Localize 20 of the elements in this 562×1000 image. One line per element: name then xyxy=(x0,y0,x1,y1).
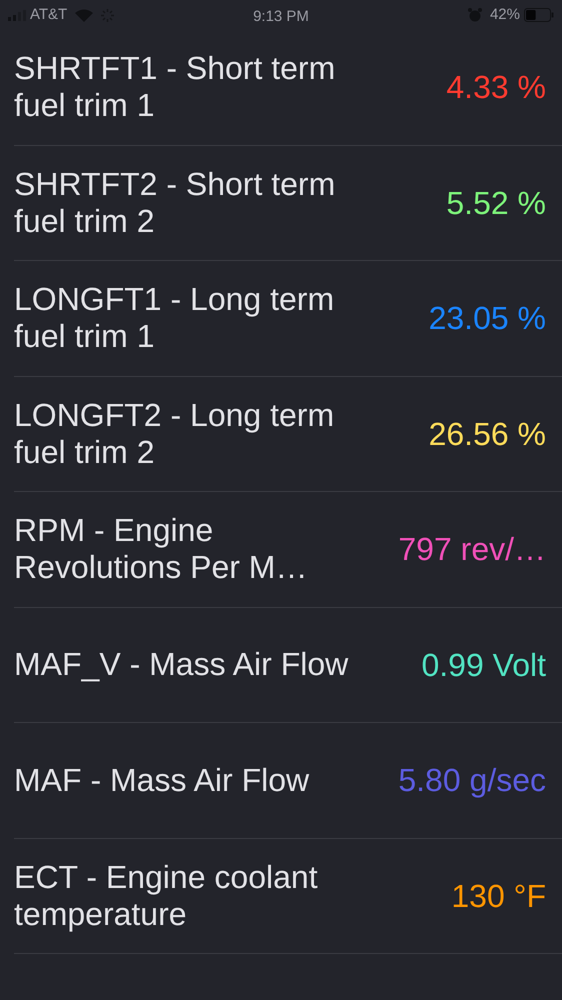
reading-value: 23.05 % xyxy=(428,299,546,338)
reading-label: LONGFT1 - Long term fuel trim 1 xyxy=(14,281,336,356)
reading-label: SHRTFT2 - Short term fuel trim 2 xyxy=(14,166,336,240)
reading-value: 26.56 % xyxy=(428,414,546,454)
carrier-name: AT&T xyxy=(30,4,68,25)
reading-label: MAF - Mass Air Flow xyxy=(14,762,310,799)
reading-value: 0.99 Volt xyxy=(421,646,546,685)
battery-icon xyxy=(524,8,554,22)
reading-label: RPM - Engine Revolutions Per M… xyxy=(14,512,308,586)
reading-value: 4.33 % xyxy=(446,68,546,108)
battery-percent: 42% xyxy=(490,4,520,25)
reading-value: 5.80 g/sec xyxy=(398,761,546,800)
reading-label: LONGFT2 - Long term fuel trim 2 xyxy=(14,396,336,471)
reading-label: MAF_V - Mass Air Flow xyxy=(14,646,348,684)
reading-value: 797 rev/… xyxy=(398,530,546,570)
clock-time: 9:13 PM xyxy=(253,8,309,25)
reading-value: 130 °F xyxy=(451,876,546,916)
reading-value: 5.52 % xyxy=(446,184,546,223)
reading-label: SHRTFT1 - Short term fuel trim 1 xyxy=(14,50,336,124)
reading-label: ECT - Engine coolant temperature xyxy=(14,858,319,933)
